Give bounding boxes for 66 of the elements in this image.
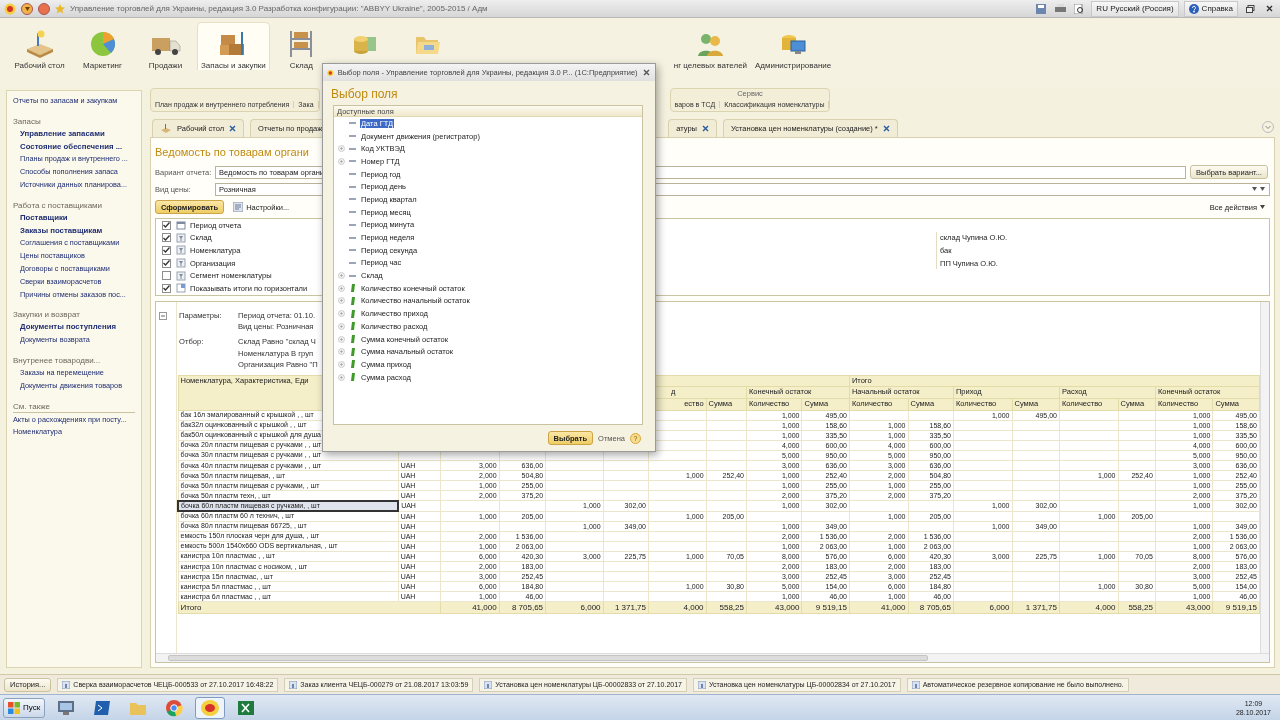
close-icon: [229, 125, 237, 132]
info-icon: [289, 680, 298, 689]
collapse-icon: [159, 311, 167, 320]
menu-button[interactable]: [38, 2, 50, 15]
section-tab[interactable]: Запасы и закупки: [197, 22, 270, 70]
checkbox[interactable]: [162, 283, 171, 293]
filter-icon: [176, 270, 186, 281]
checkbox[interactable]: [162, 220, 171, 230]
close-icon: [702, 125, 709, 132]
taskbar-app[interactable]: [195, 696, 226, 719]
help-icon: [1188, 3, 1199, 14]
save-icon: [1036, 3, 1047, 14]
checkbox[interactable]: [162, 258, 171, 268]
info-icon: [62, 680, 71, 689]
close-icon: [642, 69, 650, 76]
start-button[interactable]: Пуск: [3, 697, 46, 718]
language-button[interactable]: RU Русский (Россия): [1091, 0, 1179, 17]
dropdown-icon: [1252, 186, 1266, 192]
filter-icon: [176, 245, 186, 256]
chevron-icon: [1262, 121, 1274, 133]
info-icon: [698, 680, 706, 689]
section-tab[interactable]: Администрирование: [751, 22, 836, 70]
section-tab[interactable]: нг целевых вателей: [669, 22, 752, 70]
section-tab[interactable]: Маркетинг: [71, 22, 134, 70]
sidebar-group-title: Закупки и возврат: [13, 309, 81, 321]
windows-icon: [8, 701, 20, 714]
sidebar-group-title: См. также: [13, 400, 135, 413]
app-icon: [200, 698, 221, 717]
filter-icon: [176, 232, 186, 243]
save-button[interactable]: [1034, 1, 1049, 16]
check-icon: [163, 285, 170, 292]
report-title: Ведомость по товарам органи: [155, 145, 309, 160]
sidebar-group-title: Запасы: [13, 115, 42, 127]
section-tab[interactable]: Склад: [269, 22, 333, 70]
help-button[interactable]: Справка: [1183, 0, 1238, 17]
info-icon: [911, 680, 920, 689]
star-icon: [55, 3, 65, 14]
settings-icon: [233, 202, 244, 212]
computer-icon: [57, 699, 76, 716]
caret-icon: [1260, 205, 1265, 209]
terminal-icon: [93, 699, 112, 716]
preview-icon: [1074, 3, 1085, 14]
spreadsheet-icon: [237, 699, 256, 716]
checkbox[interactable]: [162, 271, 171, 281]
close-icon: [882, 125, 890, 132]
caret-icon: [24, 6, 30, 11]
window-title: Управление торговлей для Украины, редакция 3.0 Разработка конфигурации: "ABBYY Ukraine", 2005-2015 / Адм: [70, 4, 489, 13]
desk-icon: [160, 123, 172, 134]
checkbox[interactable]: [162, 246, 171, 255]
section-tab[interactable]: Рабочий стол: [8, 22, 71, 70]
sidebar-group-title: Внутренее товародви...: [13, 354, 102, 366]
logo-icon: [327, 67, 334, 78]
scrollbar[interactable]: [1260, 301, 1269, 653]
browser-icon: [165, 698, 184, 717]
info-icon: [484, 680, 493, 689]
main-menu-button[interactable]: [21, 2, 33, 15]
print-icon: [1054, 3, 1066, 14]
checkbox[interactable]: [162, 233, 171, 243]
close-icon: [1265, 5, 1273, 12]
restore-icon: [1245, 4, 1255, 13]
dialog-heading: Выбор поля: [330, 86, 399, 103]
sidebar-group-title: Работа с поставщиками: [13, 199, 104, 211]
section-tab[interactable]: Продажи: [134, 22, 197, 70]
scrollbar[interactable]: [156, 653, 1269, 662]
logo-icon: [4, 2, 16, 15]
filter-icon: [176, 258, 186, 269]
